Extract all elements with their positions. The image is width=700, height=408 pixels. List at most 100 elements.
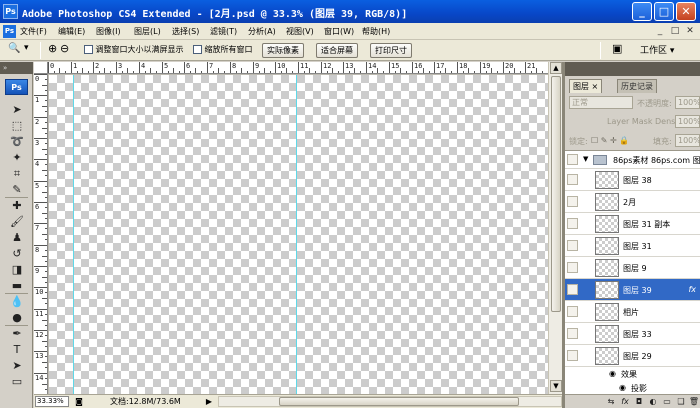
- drop-shadow-row[interactable]: ◉ 投影: [565, 381, 700, 394]
- layer-row[interactable]: 图层 29: [565, 345, 700, 367]
- type-tool-icon[interactable]: T: [7, 342, 27, 357]
- visibility-toggle[interactable]: [567, 196, 578, 207]
- scroll-down-icon[interactable]: ▼: [550, 380, 562, 392]
- pen-tool-icon[interactable]: ✒: [7, 326, 27, 341]
- menu-select[interactable]: 选择(S): [172, 26, 199, 37]
- tab-layers[interactable]: 图层 ×: [569, 79, 603, 93]
- adjustment-layer-icon[interactable]: ◐: [647, 396, 659, 407]
- lock-icons[interactable]: ☐ ✎ ✛ 🔒: [591, 136, 629, 145]
- scroll-thumb[interactable]: [551, 76, 561, 312]
- menu-help[interactable]: 帮助(H): [362, 26, 390, 37]
- horizontal-ruler[interactable]: 0 1 2 3 4 5 6 7 8 9 10 11 12 13 14 15 16 17 18 19 20 21: [48, 62, 548, 74]
- workspace-switcher[interactable]: 工作区 ▾: [640, 43, 674, 56]
- crop-tool-icon[interactable]: ⌗: [7, 166, 27, 181]
- menu-image[interactable]: 图像(I): [96, 26, 121, 37]
- actual-pixels-button[interactable]: 实际像素: [262, 43, 304, 58]
- menu-layer[interactable]: 图层(L): [134, 26, 161, 37]
- document-app-icon[interactable]: Ps: [3, 25, 16, 38]
- healing-brush-tool-icon[interactable]: ✚: [7, 198, 27, 213]
- workspace-icon[interactable]: ▣: [612, 42, 622, 55]
- visibility-toggle[interactable]: [567, 284, 578, 295]
- clone-stamp-tool-icon[interactable]: ♟: [7, 230, 27, 245]
- visibility-toggle[interactable]: [567, 240, 578, 251]
- lasso-tool-icon[interactable]: ➰: [7, 134, 27, 149]
- minimize-button[interactable]: _: [632, 2, 652, 21]
- visibility-toggle[interactable]: [567, 328, 578, 339]
- dodge-tool-icon[interactable]: ●: [7, 310, 27, 325]
- checkbox-box[interactable]: [193, 45, 202, 54]
- zoom-level-field[interactable]: 33.33%: [35, 396, 69, 407]
- layer-row[interactable]: 图层 38: [565, 169, 700, 191]
- menu-file[interactable]: 文件(F): [20, 26, 47, 37]
- photoshop-badge-icon[interactable]: Ps: [5, 79, 28, 95]
- delete-layer-icon[interactable]: 🗑: [688, 396, 700, 407]
- layer-thumbnail[interactable]: [595, 193, 619, 211]
- horizontal-scrollbar[interactable]: [218, 396, 562, 407]
- add-mask-icon[interactable]: ◘: [633, 396, 645, 407]
- visibility-toggle[interactable]: [567, 306, 578, 317]
- zoom-in-icon[interactable]: ⊕: [48, 42, 57, 55]
- tab-history[interactable]: 历史记录: [617, 79, 657, 93]
- menu-window[interactable]: 窗口(W): [324, 26, 354, 37]
- tool-preset-dropdown[interactable]: ▾: [24, 43, 29, 53]
- mask-density-field[interactable]: 100%: [675, 115, 700, 128]
- layer-thumbnail[interactable]: [595, 259, 619, 277]
- layer-thumbnail[interactable]: [595, 171, 619, 189]
- blend-mode-select[interactable]: 正常: [569, 96, 633, 109]
- print-size-button[interactable]: 打印尺寸: [370, 43, 412, 58]
- menu-filter[interactable]: 滤镜(T): [210, 26, 237, 37]
- group-expand-icon[interactable]: ▼: [583, 155, 588, 163]
- move-tool-icon[interactable]: ➤: [7, 102, 27, 117]
- new-group-icon[interactable]: ▭: [661, 396, 673, 407]
- checkbox-box[interactable]: [84, 45, 93, 54]
- fit-screen-button[interactable]: 适合屏幕: [316, 43, 358, 58]
- visibility-toggle[interactable]: [567, 262, 578, 273]
- marquee-tool-icon[interactable]: ⬚: [7, 118, 27, 133]
- layer-thumbnail[interactable]: [595, 281, 619, 299]
- fill-field[interactable]: 100%: [675, 134, 700, 147]
- layer-row[interactable]: 图层 39 fx: [565, 279, 700, 301]
- layer-thumbnail[interactable]: [595, 237, 619, 255]
- vertical-guide[interactable]: [296, 75, 297, 394]
- shape-tool-icon[interactable]: ▭: [7, 374, 27, 389]
- panel-header[interactable]: [565, 62, 700, 76]
- vertical-ruler[interactable]: 0 1 2 3 4 5 6 7 8 9 10 11 12 13 14: [34, 74, 48, 394]
- layer-thumbnail[interactable]: [595, 347, 619, 365]
- layer-fx-icon[interactable]: fx: [688, 285, 696, 294]
- zoom-tool-icon[interactable]: 🔍: [8, 43, 20, 54]
- magic-wand-tool-icon[interactable]: ✦: [7, 150, 27, 165]
- eraser-tool-icon[interactable]: ◨: [7, 262, 27, 277]
- close-button[interactable]: ✕: [676, 2, 696, 21]
- vertical-scrollbar[interactable]: ▲ ▼: [548, 62, 562, 394]
- visibility-toggle[interactable]: [567, 350, 578, 361]
- zoom-all-windows-checkbox[interactable]: 缩放所有窗口: [193, 43, 253, 57]
- scroll-up-icon[interactable]: ▲: [550, 62, 562, 74]
- canvas[interactable]: [49, 75, 548, 394]
- layer-row[interactable]: 相片: [565, 301, 700, 323]
- layer-thumbnail[interactable]: [595, 215, 619, 233]
- effects-eye-icon[interactable]: ◉: [609, 369, 616, 378]
- layer-thumbnail[interactable]: [595, 303, 619, 321]
- layer-row[interactable]: 图层 33: [565, 323, 700, 345]
- blur-tool-icon[interactable]: 💧: [7, 294, 27, 309]
- effect-eye-icon[interactable]: ◉: [619, 383, 626, 392]
- menu-analysis[interactable]: 分析(A): [248, 26, 276, 37]
- zoom-out-icon[interactable]: ⊖: [60, 42, 69, 55]
- ruler-origin[interactable]: [34, 62, 48, 74]
- doc-minimize-button[interactable]: _: [655, 26, 665, 36]
- scroll-thumb[interactable]: [279, 397, 519, 406]
- visibility-toggle[interactable]: [567, 218, 578, 229]
- doc-restore-button[interactable]: □: [670, 26, 680, 36]
- layer-row[interactable]: 图层 31: [565, 235, 700, 257]
- status-arrow-icon[interactable]: ▶: [204, 396, 214, 407]
- history-brush-tool-icon[interactable]: ↺: [7, 246, 27, 261]
- doc-close-button[interactable]: ✕: [685, 26, 695, 36]
- eyedropper-tool-icon[interactable]: ✎: [7, 182, 27, 197]
- tools-panel-collapse[interactable]: »: [0, 62, 33, 74]
- visibility-toggle[interactable]: [567, 154, 578, 165]
- path-selection-tool-icon[interactable]: ➤: [7, 358, 27, 373]
- vertical-guide[interactable]: [73, 75, 74, 394]
- menu-view[interactable]: 视图(V): [286, 26, 314, 37]
- visibility-toggle[interactable]: [567, 174, 578, 185]
- effects-row[interactable]: ◉ 效果: [565, 367, 700, 381]
